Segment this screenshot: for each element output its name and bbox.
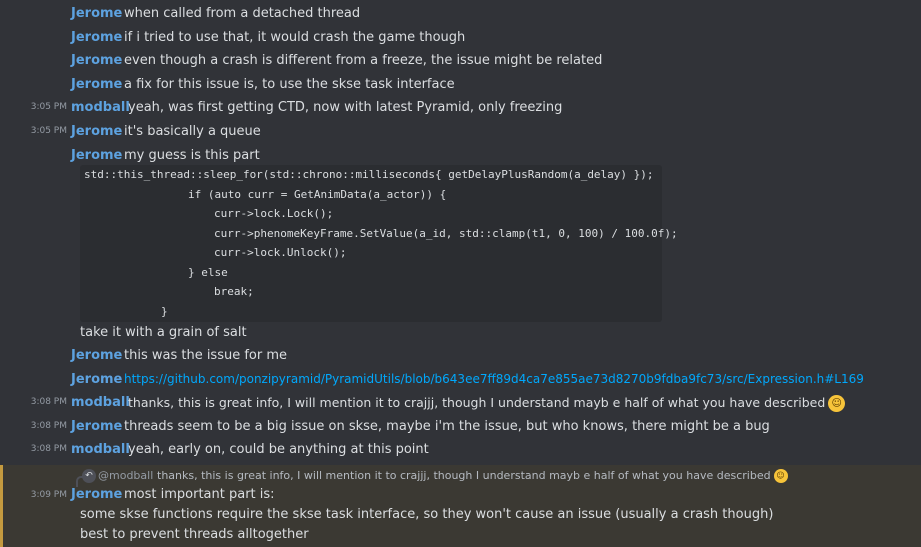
mention-message: 3:09 PM Jerome most important part is: s… [0,485,921,545]
message-text: some skse functions require the skse tas… [80,507,774,522]
code-block: std::this_thread::sleep_for(std::chrono:… [80,165,678,322]
message-text: threads seem to be a big issue on skse, … [124,418,770,434]
code-line: curr->lock.Unlock(); [214,246,347,259]
message: 3:09 PM Jerome most important part is: [0,485,921,505]
message-text: my guess is this part [124,147,260,163]
author-name[interactable]: Jerome [71,415,122,439]
author-name[interactable]: modball [71,391,130,415]
reply-text: thanks, this is great info, I will menti… [157,466,788,486]
author-name[interactable]: modball [71,96,130,120]
chat-log: Jerome when called from a detached threa… [0,0,921,547]
message-text: a fix for this issue is, to use the skse… [124,76,455,92]
message-line: best to prevent threads alltogether [0,525,921,545]
github-link[interactable]: https://github.com/ponzipyramid/PyramidU… [124,372,864,386]
message-text: even though a crash is different from a … [124,53,603,69]
message: Jerome even though a crash is different … [0,49,921,73]
code-line: if (auto curr = GetAnimData(a_actor)) { [188,187,447,201]
timestamp: 3:08 PM [30,397,67,408]
author-name[interactable]: Jerome [71,73,122,97]
author-name[interactable]: modball [71,438,130,462]
message: Jerome this was the issue for me [0,344,921,368]
timestamp: 3:05 PM [30,125,67,136]
author-name[interactable]: Jerome [71,485,122,505]
timestamp: 3:09 PM [30,490,67,500]
message: 3:05 PM modball yeah, was first getting … [0,96,921,120]
message-text: yeah, was first getting CTD, now with la… [128,100,563,116]
reply-body: thanks, this is great info, I will menti… [157,469,771,482]
message-line: some skse functions require the skse tas… [0,505,921,525]
message-text: best to prevent threads alltogether [80,527,309,542]
message: Jerome if i tried to use that, it would … [0,26,921,50]
author-name[interactable]: Jerome [71,26,122,50]
code-line: } else [188,265,228,279]
message: 3:08 PM Jerome threads seem to be a big … [0,415,921,439]
code-line: curr->lock.Lock(); [214,207,334,220]
message-text: take it with a grain of salt [80,325,247,340]
message-text: https://github.com/ponzipyramid/PyramidU… [124,368,864,392]
author-name[interactable]: Jerome [71,49,122,73]
message-text: yeah, early on, could be anything at thi… [128,442,429,458]
message: 3:08 PM modball yeah, early on, could be… [0,438,921,462]
message: 3:08 PM modball thanks, this is great in… [0,391,921,415]
message-text: thanks, this is great info, I will menti… [128,391,846,415]
message-group-2: Jerome this was the issue for me Jerome … [0,344,921,462]
author-name[interactable]: Jerome [71,120,122,144]
timestamp: 3:08 PM [30,420,67,431]
message: Jerome a fix for this issue is, to use t… [0,73,921,97]
code-line: } [161,304,168,318]
reply-author[interactable]: @modball [98,466,153,486]
author-name[interactable]: Jerome [71,344,122,368]
message: Jerome my guess is this part [0,144,921,168]
author-name[interactable]: Jerome [71,2,122,26]
grinning-sweat-emoji-icon: ☺ [828,395,846,413]
timestamp: 3:05 PM [30,102,67,113]
message-text: this was the issue for me [124,348,288,363]
code-line: break; [214,285,254,298]
reply-arrow-icon: ↶ [82,469,96,483]
message-text: it's basically a queue [124,123,261,139]
message: Jerome when called from a detached threa… [0,2,921,26]
code-line: curr->phenomeKeyFrame.SetValue(a_id, std… [214,226,678,240]
message-text: when called from a detached thread [124,6,361,21]
code-line: std::this_thread::sleep_for(std::chrono:… [84,168,654,181]
message: 3:05 PM Jerome it's basically a queue [0,120,921,144]
message-body: thanks, this is great info, I will menti… [128,395,826,411]
author-name[interactable]: Jerome [71,368,122,392]
reply-preview[interactable]: ↶ @modball thanks, this is great info, I… [76,466,916,487]
message-text: most important part is: [124,487,275,502]
author-name[interactable]: Jerome [71,144,122,168]
message-text: if i tried to use that, it would crash t… [124,29,466,45]
grinning-sweat-emoji-icon: ☺ [773,469,788,483]
timestamp: 3:08 PM [30,444,67,455]
message: Jerome https://github.com/ponzipyramid/P… [0,368,921,392]
message-group-1: Jerome when called from a detached threa… [0,2,921,167]
